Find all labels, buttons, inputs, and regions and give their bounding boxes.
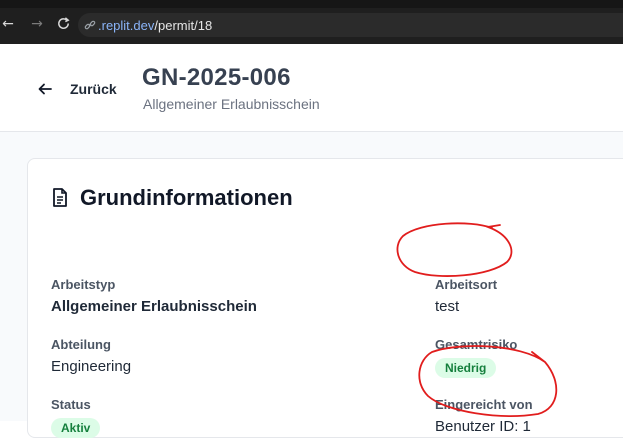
field-value: Engineering <box>51 358 132 375</box>
browser-tab-strip <box>0 0 623 8</box>
page-content: Zurück GN-2025-006 Allgemeiner Erlaubnis… <box>0 44 623 438</box>
page-title: GN-2025-006 <box>142 64 291 91</box>
back-button[interactable]: Zurück <box>38 79 117 99</box>
basic-info-card: Grundinformationen Arbeitstyp Allgemeine… <box>27 158 623 438</box>
address-bar-text: .replit.dev/permit/18 <box>98 18 212 33</box>
arrow-left-icon <box>38 82 52 96</box>
document-icon <box>52 188 70 208</box>
url-path: /permit/18 <box>154 18 213 33</box>
url-host: .replit.dev <box>98 18 155 33</box>
field-label: Eingereicht von <box>435 397 533 412</box>
browser-reload-icon[interactable] <box>55 16 71 32</box>
field-eingereicht-von: Eingereicht von Benutzer ID: 1 <box>435 397 533 435</box>
field-value: Allgemeiner Erlaubnisschein <box>51 298 257 315</box>
page-header: Zurück GN-2025-006 Allgemeiner Erlaubnis… <box>0 44 623 132</box>
field-value: test <box>435 298 460 315</box>
browser-toolbar: ← → .replit.dev/permit/18 <box>0 0 623 44</box>
field-label: Arbeitstyp <box>51 277 116 292</box>
field-arbeitsort: Arbeitsort test <box>435 277 497 315</box>
field-status: Status Aktiv <box>51 397 101 438</box>
card-title: Grundinformationen <box>80 185 293 210</box>
back-button-label: Zurück <box>70 81 117 97</box>
status-badge: Aktiv <box>51 418 101 438</box>
risk-badge: Niedrig <box>435 358 497 378</box>
field-arbeitstyp: Arbeitstyp Allgemeiner Erlaubnisschein <box>51 277 257 315</box>
field-label: Abteilung <box>51 337 111 352</box>
field-abteilung: Abteilung Engineering <box>51 337 131 375</box>
link-icon <box>84 18 96 30</box>
field-gesamtrisiko: Gesamtrisiko Niedrig <box>435 337 517 378</box>
field-label: Arbeitsort <box>435 277 498 292</box>
page-subtitle: Allgemeiner Erlaubnisschein <box>143 96 320 112</box>
field-label: Status <box>51 397 91 412</box>
card-header: Grundinformationen <box>52 185 293 211</box>
address-bar[interactable]: .replit.dev/permit/18 <box>78 13 623 37</box>
browser-forward-icon[interactable]: → <box>29 16 45 32</box>
field-label: Gesamtrisiko <box>435 337 518 352</box>
browser-back-icon[interactable]: ← <box>0 16 16 32</box>
